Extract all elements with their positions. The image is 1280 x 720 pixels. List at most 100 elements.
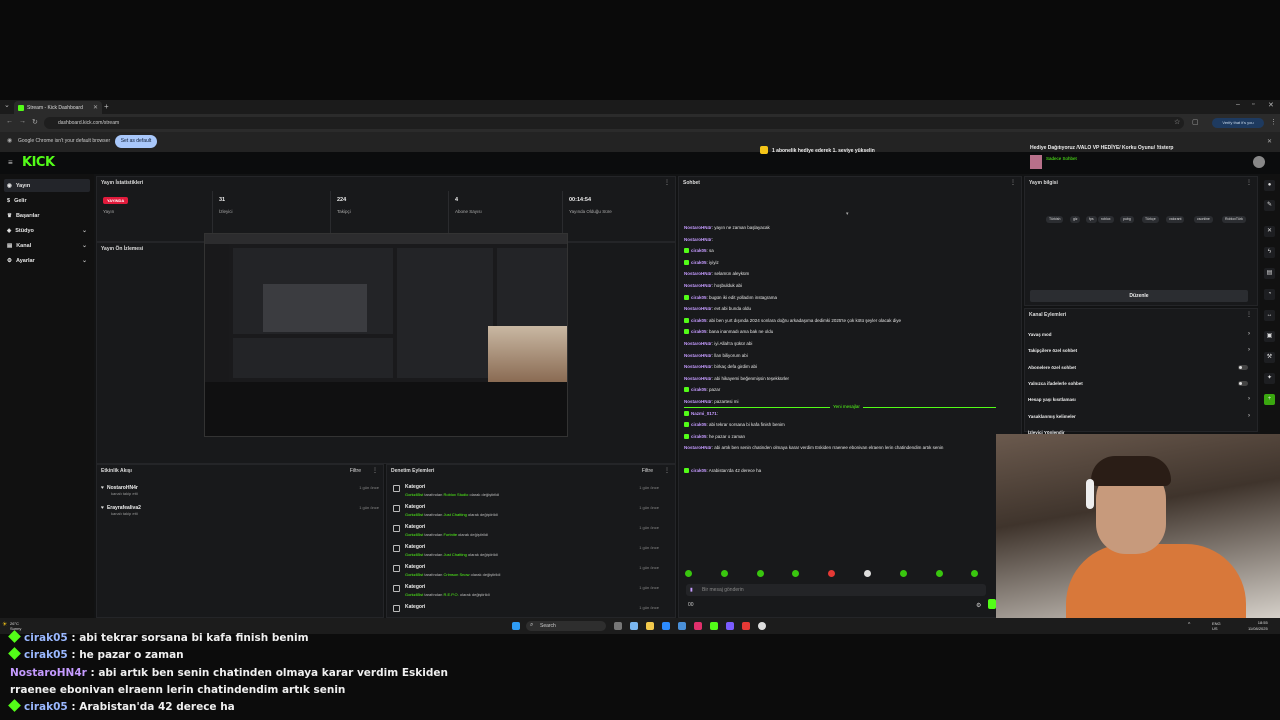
chat-username[interactable]: cirak05: [691, 260, 707, 265]
sidebar-item-studyo[interactable]: ◈ Stüdyo ⌄: [4, 224, 90, 237]
chat-message[interactable]: NostaroHN4r: iyi Allah'a şükür abi: [684, 341, 752, 346]
category-name[interactable]: Roblox Studio: [443, 492, 468, 497]
chat-username[interactable]: NostaroHN4r: [684, 271, 712, 276]
moderator-name[interactable]: Gorkz85st: [405, 552, 423, 557]
task-view-icon[interactable]: [614, 622, 622, 630]
system-clock[interactable]: 18:55 11/08/2025: [1248, 620, 1268, 632]
chat-username[interactable]: cirak05: [691, 329, 707, 334]
list-item[interactable]: ♥ Erayrafealiva2 kanalı takip etti 1 gün …: [101, 505, 379, 516]
category-name[interactable]: R.E.P.O.: [443, 592, 458, 597]
chat-username[interactable]: NostaroHN4r: [684, 399, 712, 404]
channel-action-row[interactable]: Yalnızca ifadelerle sohbet: [1028, 380, 1250, 386]
store-icon[interactable]: [678, 622, 686, 630]
hamburger-menu-icon[interactable]: ≡: [8, 158, 13, 167]
chat-username[interactable]: NostaroHN4r: [684, 364, 712, 369]
table-row[interactable]: Kategori Gorkz85st tarafından Just Chatti…: [393, 543, 665, 561]
moderator-name[interactable]: Gorkz85st: [405, 532, 423, 537]
stream-tag[interactable]: glz: [1070, 216, 1081, 223]
quick-emote-icon[interactable]: [935, 570, 943, 577]
stream-tag[interactable]: pubg: [1120, 216, 1134, 223]
more-options-icon[interactable]: ⋮: [1246, 177, 1252, 189]
stream-tag[interactable]: Türkçe: [1142, 216, 1159, 223]
chat-message[interactable]: cirak05: abi tekrar sorsana bi kafa fini…: [684, 422, 785, 428]
lightning-icon[interactable]: ϟ: [1264, 247, 1275, 258]
bookmark-star-icon[interactable]: ☆: [1174, 118, 1180, 126]
channel-action-row[interactable]: Takipçilere özel sohbet ›: [1028, 347, 1250, 353]
kick-app-icon[interactable]: [710, 622, 718, 630]
language-indicator[interactable]: ENG US: [1212, 621, 1221, 631]
chat-message[interactable]: NostaroHN4r: evt abi bunda oldu: [684, 306, 751, 311]
chat-username[interactable]: Nazmi_0171: [691, 411, 717, 416]
chat-message[interactable]: cirak05: he pazar o zaman: [684, 433, 745, 439]
stream-preview-video[interactable]: [204, 233, 568, 437]
chat-message[interactable]: NostaroHN4r: yayın ne zaman başlayacak: [684, 225, 770, 230]
chat-message[interactable]: cirak05: abi ben yurt dışında 2024 sonla…: [684, 317, 901, 323]
chat-message[interactable]: NostaroHN4r: abi artık ben senin chatind…: [684, 445, 943, 450]
chat-message[interactable]: cirak05: pazar: [684, 387, 720, 393]
chat-username[interactable]: cirak05: [691, 318, 707, 323]
sidebar-item-kanal[interactable]: ▤ Kanal ⌄: [4, 239, 90, 252]
more-options-icon[interactable]: ⋮: [664, 465, 670, 477]
tab-close-icon[interactable]: ✕: [93, 104, 98, 111]
chat-message[interactable]: cirak05: iyiyiz: [684, 259, 719, 265]
pin-icon[interactable]: ✦: [1264, 373, 1275, 384]
chat-username[interactable]: NostaroHN4r: [684, 225, 712, 230]
minimize-icon[interactable]: –: [1236, 101, 1240, 108]
channel-action-row[interactable]: Abonelere özel sohbet: [1028, 364, 1250, 370]
tab-search-icon[interactable]: ⌄: [4, 101, 10, 109]
chat-username[interactable]: NostaroHN4r: [684, 376, 712, 381]
close-window-icon[interactable]: ✕: [1268, 101, 1274, 109]
wrench-icon[interactable]: ⚒: [1264, 352, 1275, 363]
category-name[interactable]: Just Chatting: [443, 552, 466, 557]
chat-username[interactable]: NostaroHN4r: [684, 237, 712, 242]
instagram-icon[interactable]: [694, 622, 702, 630]
list-item[interactable]: ♥ NostaroHN4r kanalı takip etti 1 gün önc…: [101, 485, 379, 496]
chat-message[interactable]: NostaroHN4r: hoşbulduk abi: [684, 283, 742, 288]
maximize-icon[interactable]: ▫: [1252, 101, 1254, 108]
table-row[interactable]: Kategori Gorkz85st tarafından Roblox Stud…: [393, 483, 665, 501]
extensions-icon[interactable]: ▢: [1192, 118, 1199, 126]
chat-username[interactable]: cirak05: [691, 387, 707, 392]
more-options-icon[interactable]: ⋮: [372, 465, 378, 477]
moderator-name[interactable]: Gorkz85st: [405, 592, 423, 597]
moderator-name[interactable]: Gorkz85st: [405, 512, 423, 517]
toggle-switch[interactable]: [1238, 364, 1248, 370]
table-row[interactable]: Kategori Gorkz85st tarafından R.E.P.O. ol…: [393, 583, 665, 601]
chrome-taskbar-icon[interactable]: [758, 622, 766, 630]
chat-message[interactable]: cirak05: sa: [684, 248, 714, 254]
stream-tag[interactable]: roblox: [1098, 216, 1114, 223]
sidebar-item-basarilar[interactable]: ♛ Başarılar: [4, 209, 90, 222]
chat-send-button[interactable]: [988, 599, 996, 609]
browser-tab[interactable]: Stream - Kick Dashboard ✕: [14, 101, 102, 114]
toggle-switch[interactable]: [1238, 380, 1248, 386]
chat-message[interactable]: NostaroHN4r: llan biliyorum abi: [684, 353, 748, 358]
chat-username[interactable]: NostaroHN4r: [684, 353, 712, 358]
quick-emote-icon[interactable]: [685, 570, 692, 577]
stream-tag[interactable]: valorant: [1166, 216, 1185, 223]
filter-button[interactable]: Filtre: [350, 465, 361, 477]
chat-username[interactable]: cirak05: [691, 422, 707, 427]
more-options-icon[interactable]: ⋮: [664, 177, 670, 189]
quick-emote-icon[interactable]: [720, 570, 728, 577]
resize-icon[interactable]: ↔: [1264, 310, 1275, 321]
table-row[interactable]: Kategori Gorkz85st tarafından Crimson Sno…: [393, 563, 665, 581]
clipboard-icon[interactable]: ▤: [1264, 268, 1275, 279]
browser-menu-icon[interactable]: ⋮: [1270, 118, 1277, 126]
table-row[interactable]: Kategori Gorkz85st tarafından Just Chatti…: [393, 503, 665, 521]
edit-icon[interactable]: ✎: [1264, 200, 1275, 211]
chat-bubble-icon[interactable]: ◔: [1264, 289, 1275, 300]
stream-tag[interactable]: Türkish: [1046, 216, 1064, 223]
chat-message[interactable]: cirak05: Arabistan'da 42 derece ha: [684, 468, 761, 473]
chat-username[interactable]: NostaroHN4r: [684, 306, 712, 311]
close-x-icon[interactable]: ✕: [1264, 226, 1275, 237]
add-widget-icon[interactable]: +: [1264, 394, 1275, 405]
stream-category[interactable]: Sadece Sohbet: [1046, 156, 1077, 161]
chat-message[interactable]: NostaroHN4r: pazartesi mi: [684, 399, 739, 404]
table-row[interactable]: Kategori Gorkz85st tarafından Fortnite ol…: [393, 523, 665, 541]
reload-icon[interactable]: ↻: [32, 118, 38, 126]
moderator-name[interactable]: Gorkz85st: [405, 572, 423, 577]
back-icon[interactable]: ←: [6, 118, 13, 125]
quick-emote-icon[interactable]: [899, 570, 907, 577]
chat-message[interactable]: cirak05: bugün iki edit yolladım instagr…: [684, 294, 777, 300]
edge-icon[interactable]: [662, 622, 670, 630]
